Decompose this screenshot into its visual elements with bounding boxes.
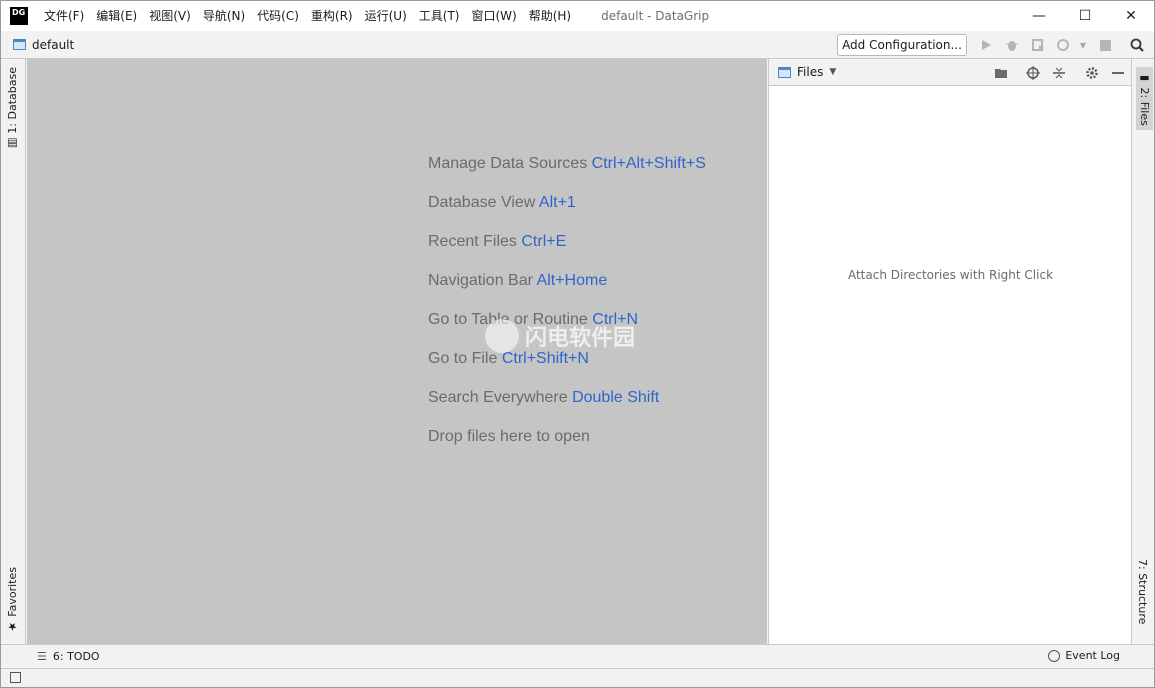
todo-tab-label: 6: TODO (52, 650, 100, 663)
menu-help[interactable]: 帮助(H) (523, 1, 577, 31)
menu-window[interactable]: 窗口(W) (465, 1, 522, 31)
list-icon: ☰ (37, 650, 47, 663)
gear-icon[interactable] (1083, 64, 1101, 82)
hint-go-to-table: Go to Table or Routine Ctrl+N (428, 311, 639, 328)
profile-icon[interactable] (1055, 36, 1073, 54)
files-tool-tab[interactable]: ▬ 2: Files (1136, 67, 1153, 130)
minimize-button[interactable]: — (1016, 1, 1062, 31)
editor-empty-area[interactable]: Manage Data Sources Ctrl+Alt+Shift+S Dat… (27, 59, 767, 644)
hint-database-view: Database View Alt+1 (428, 194, 576, 211)
left-tool-stripe: ▤ 1: Database ★ Favorites (1, 59, 26, 644)
database-tool-tab[interactable]: ▤ 1: Database (6, 67, 19, 150)
menu-navigate[interactable]: 导航(N) (197, 1, 251, 31)
hint-manage-data-sources: Manage Data Sources Ctrl+Alt+Shift+S (428, 155, 706, 172)
files-panel-header: Files ▼ (769, 59, 1131, 86)
right-tool-stripe: ▬ 2: Files 7: Structure (1131, 59, 1154, 644)
structure-tool-tab[interactable]: 7: Structure (1136, 559, 1149, 624)
folder-icon: ▬ (1138, 71, 1151, 88)
menu-tools[interactable]: 工具(T) (413, 1, 466, 31)
search-icon[interactable] (1128, 36, 1146, 54)
run-with-coverage-icon[interactable] (1029, 36, 1047, 54)
debug-icon[interactable] (1003, 36, 1021, 54)
maximize-button[interactable]: ☐ (1062, 1, 1108, 31)
hide-panel-icon[interactable] (1109, 64, 1127, 82)
favorites-tool-tab[interactable]: ★ Favorites (6, 567, 19, 633)
menu-edit[interactable]: 编辑(E) (90, 1, 143, 31)
breadcrumb-project[interactable]: default (32, 38, 74, 52)
chevron-down-icon[interactable]: ▼ (829, 67, 836, 77)
status-bar (1, 668, 1154, 687)
editor-hint-list: Manage Data Sources Ctrl+Alt+Shift+S Dat… (428, 155, 706, 467)
hint-navigation-bar: Navigation Bar Alt+Home (428, 272, 608, 289)
database-icon: ▤ (6, 133, 19, 151)
window-controls: — ☐ ✕ (1016, 1, 1154, 31)
event-log-icon (1048, 649, 1061, 662)
menu-refactor[interactable]: 重构(R) (305, 1, 359, 31)
close-button[interactable]: ✕ (1108, 1, 1154, 31)
datagrip-window: DG 文件(F) 编辑(E) 视图(V) 导航(N) 代码(C) 重构(R) 运… (0, 0, 1155, 688)
todo-tool-tab[interactable]: ☰ 6: TODO (37, 650, 100, 663)
files-empty-message: Attach Directories with Right Click (847, 268, 1054, 282)
files-tool-window: Files ▼ Attach Directories with Right Cl… (768, 59, 1131, 644)
star-icon: ★ (6, 616, 19, 634)
files-tab-label: 2: Files (1138, 87, 1151, 126)
database-tab-label: 1: Database (6, 67, 19, 134)
collapse-all-icon[interactable] (1050, 64, 1068, 82)
files-panel-title[interactable]: Files (797, 65, 823, 79)
menu-view[interactable]: 视图(V) (143, 1, 197, 31)
hint-search-everywhere: Search Everywhere Double Shift (428, 389, 660, 406)
locate-icon[interactable] (1024, 64, 1042, 82)
menu-code[interactable]: 代码(C) (251, 1, 305, 31)
project-folder-icon (13, 39, 26, 50)
run-icon[interactable] (977, 36, 995, 54)
hint-drop-files: Drop files here to open (428, 428, 590, 445)
window-title: default - DataGrip (601, 9, 710, 23)
event-log-tab[interactable]: Event Log (1048, 649, 1120, 662)
favorites-tab-label: Favorites (6, 567, 19, 617)
navigation-bar: default Add Configuration... ▼ (1, 31, 1154, 59)
menu-run[interactable]: 运行(U) (359, 1, 413, 31)
structure-tab-label: 7: Structure (1136, 559, 1149, 625)
hint-go-to-file: Go to File Ctrl+Shift+N (428, 350, 589, 367)
chevron-down-icon[interactable]: ▼ (1074, 36, 1092, 54)
menu-file[interactable]: 文件(F) (38, 1, 90, 31)
title-bar: DG 文件(F) 编辑(E) 视图(V) 导航(N) 代码(C) 重构(R) 运… (1, 1, 1154, 31)
open-folder-icon[interactable] (992, 64, 1010, 82)
hint-recent-files: Recent Files Ctrl+E (428, 233, 567, 250)
bottom-tool-stripe: ☰ 6: TODO Event Log (1, 644, 1154, 668)
toggle-tool-windows-icon[interactable] (10, 672, 21, 683)
add-configuration-button[interactable]: Add Configuration... (837, 34, 967, 56)
stop-icon[interactable] (1096, 36, 1114, 54)
datagrip-logo-icon: DG (10, 7, 28, 25)
files-folder-icon (778, 66, 791, 78)
event-log-label: Event Log (1065, 649, 1120, 662)
